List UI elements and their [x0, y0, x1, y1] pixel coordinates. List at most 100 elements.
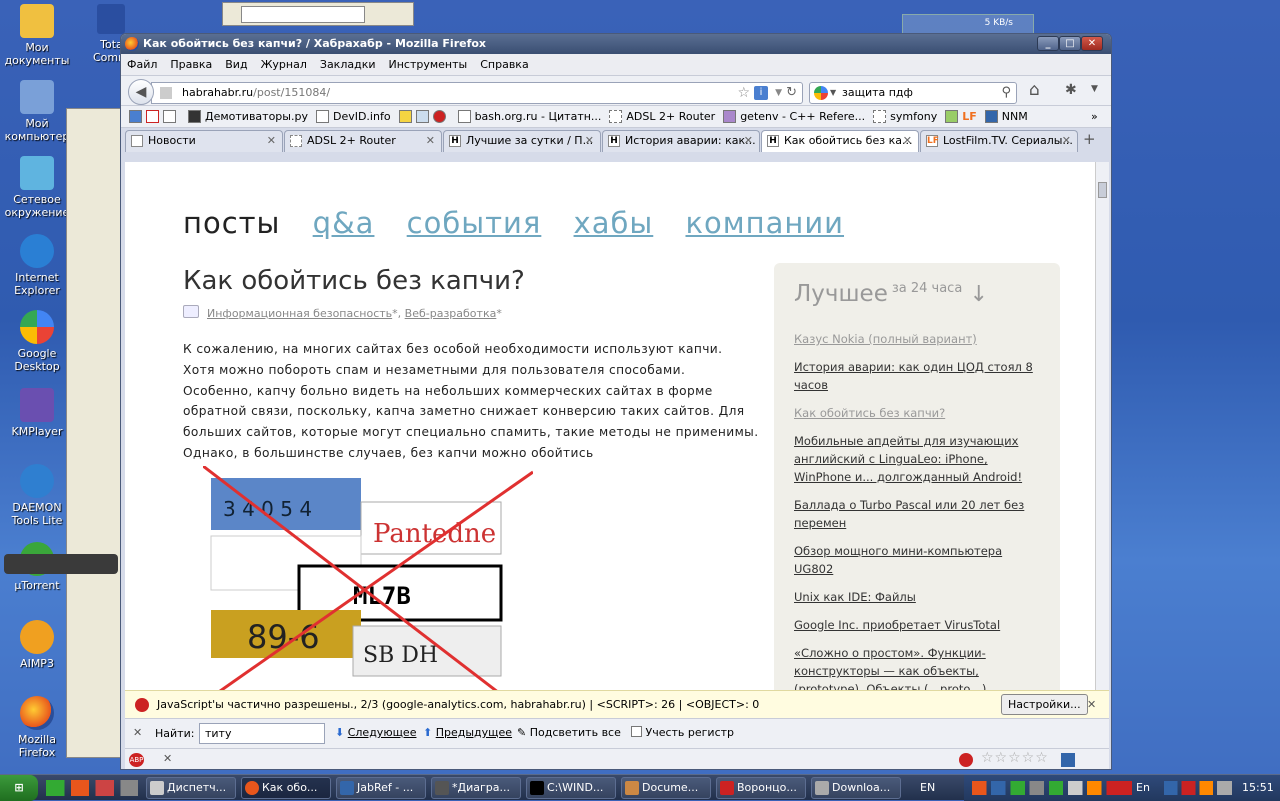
hub-webdev[interactable]: Веб-разработка — [405, 307, 497, 320]
taskbar-downloads[interactable]: Downloa... — [811, 777, 901, 799]
noscript-settings-button[interactable]: Настройки... — [1001, 694, 1088, 715]
taskbar-diagram[interactable]: *Диагра... — [431, 777, 521, 799]
taskbar-task-manager[interactable]: Диспетч... — [146, 777, 236, 799]
tray-icons[interactable] — [972, 781, 1132, 795]
arrow-down-icon[interactable]: ↓ — [970, 282, 988, 307]
player-widget[interactable] — [4, 554, 118, 574]
highlight-all-button[interactable]: ✎ Подсветить все — [517, 726, 621, 739]
bookmark-star-icon[interactable]: ☆ — [737, 83, 750, 103]
taskbar-cmd[interactable]: C:\WIND... — [526, 777, 616, 799]
nav-events[interactable]: события — [407, 206, 542, 240]
bookmark-icons[interactable] — [129, 110, 180, 123]
sidebar-item[interactable]: «Сложно о простом». Функции-конструкторы… — [794, 644, 1044, 690]
match-case-checkbox[interactable]: Учесть регистр — [631, 726, 734, 739]
bookmark-misc[interactable] — [398, 110, 450, 123]
find-next-button[interactable]: ⬇ Следующее — [335, 726, 416, 739]
tab-close-icon[interactable]: ✕ — [1062, 131, 1071, 151]
taskbar-firefox[interactable]: Как обо... — [241, 777, 331, 799]
kmplayer-icon[interactable]: KMPlayer — [0, 388, 74, 438]
sidebar-item[interactable]: Обзор мощного мини-компьютера UG802 — [794, 542, 1044, 578]
bookmark-getenv[interactable]: getenv - C++ Refere... — [723, 110, 865, 123]
tab-close-icon[interactable]: ✕ — [744, 131, 753, 151]
minimize-button[interactable]: _ — [1037, 36, 1059, 51]
maximize-button[interactable]: □ — [1059, 36, 1081, 51]
noscript-close-icon[interactable]: ✕ — [1087, 691, 1096, 718]
tab-news[interactable]: Новости ✕ — [125, 130, 283, 152]
addon-status-icon[interactable] — [1061, 753, 1075, 767]
aimp3-icon[interactable]: AIMP3 — [0, 620, 74, 670]
tab-close-icon[interactable]: ✕ — [903, 131, 912, 151]
tab-close-icon[interactable]: ✕ — [267, 131, 276, 151]
bookmark-demotivators[interactable]: Демотиваторы.ру — [188, 110, 308, 123]
menu-view[interactable]: Вид — [225, 58, 247, 71]
menu-help[interactable]: Справка — [480, 58, 528, 71]
bookmark-lf[interactable]: LF — [945, 110, 977, 123]
tray-language[interactable]: En — [1136, 775, 1150, 801]
bookmark-bash[interactable]: bash.org.ru - Цитатн... — [457, 110, 601, 123]
nav-companies[interactable]: компании — [685, 206, 844, 240]
tab-close-icon[interactable]: ✕ — [426, 131, 435, 151]
menu-file[interactable]: Файл — [127, 58, 157, 71]
addon-icon[interactable]: ✱ — [1065, 82, 1077, 98]
daemon-tools-icon[interactable]: DAEMON Tools Lite — [0, 464, 74, 527]
tray-icons-2[interactable] — [1164, 781, 1232, 795]
search-magnifier-icon[interactable]: ⚲ — [1001, 83, 1011, 103]
tab-close-icon[interactable]: ✕ — [585, 131, 594, 151]
vertical-scrollbar[interactable] — [1095, 162, 1109, 690]
sidebar-item[interactable]: Google Inc. приобретает VirusTotal — [794, 616, 1044, 634]
rating-stars-icon[interactable]: ☆☆☆☆☆ — [981, 750, 1049, 766]
sidebar-item[interactable]: Баллада о Turbo Pascal или 20 лет без пе… — [794, 496, 1044, 532]
my-documents-icon[interactable]: Мои документы — [0, 4, 74, 67]
url-bar[interactable]: habrahabr.ru/post/151084/ ☆ i ▼ ↻ — [151, 82, 803, 104]
back-button[interactable]: ◀ — [128, 79, 154, 105]
widget-input[interactable] — [241, 6, 365, 23]
google-icon[interactable] — [814, 86, 828, 100]
search-engine-dropdown-icon[interactable]: ▼ — [830, 83, 836, 103]
search-input[interactable]: защита пдф — [842, 86, 913, 99]
nav-qa[interactable]: q&a — [313, 206, 375, 240]
nav-hubs[interactable]: хабы — [574, 206, 654, 240]
network-icon[interactable]: Сетевое окружение — [0, 156, 74, 219]
bookmark-adsl[interactable]: ADSL 2+ Router — [609, 110, 715, 123]
my-computer-icon[interactable]: Мой компьютер — [0, 80, 74, 143]
google-desktop-icon[interactable]: Google Desktop — [0, 310, 74, 373]
new-tab-button[interactable]: + — [1083, 130, 1096, 148]
menu-bookmarks[interactable]: Закладки — [320, 58, 376, 71]
taskbar-vorontsov[interactable]: Воронцо... — [716, 777, 806, 799]
firefox-desktop-icon[interactable]: Mozilla Firefox — [0, 696, 74, 759]
reload-icon[interactable]: ↻ — [786, 83, 797, 103]
sidebar-item[interactable]: История аварии: как один ЦОД стоял 8 час… — [794, 358, 1044, 394]
scroll-thumb[interactable] — [1098, 182, 1107, 198]
hub-infosec[interactable]: Информационная безопасность — [207, 307, 392, 320]
tab-lostfilm[interactable]: LF LostFilm.TV. Сериалы... ✕ — [920, 130, 1078, 152]
tab-history[interactable]: H История аварии: как... ✕ — [602, 130, 760, 152]
sidebar-item[interactable]: Unix как IDE: Файлы — [794, 588, 1044, 606]
noscript-status-icon[interactable] — [959, 753, 973, 767]
menu-tools[interactable]: Инструменты — [389, 58, 468, 71]
dropdown-icon[interactable]: ▼ — [775, 83, 782, 103]
search-bar[interactable]: ▼ защита пдф ⚲ — [809, 82, 1017, 104]
bookmark-nnm[interactable]: NNM — [984, 110, 1028, 123]
language-indicator[interactable]: EN — [920, 781, 935, 794]
bookmark-symfony[interactable]: symfony — [873, 110, 937, 123]
taskbar-documents[interactable]: Docume... — [621, 777, 711, 799]
sidebar-item[interactable]: Как обойтись без капчи? — [794, 404, 1044, 422]
toolbar-widget[interactable] — [222, 2, 414, 26]
findbar-close-icon[interactable]: ✕ — [133, 726, 142, 739]
internet-explorer-icon[interactable]: Internet Explorer — [0, 234, 74, 297]
find-prev-button[interactable]: ⬆ Предыдущее — [423, 726, 512, 739]
tab-captcha[interactable]: H Как обойтись без ка... ✕ — [761, 130, 919, 152]
tab-best[interactable]: H Лучшие за сутки / П... ✕ — [443, 130, 601, 152]
window-titlebar[interactable]: Как обойтись без капчи? / Хабрахабр - Mo… — [121, 34, 1111, 54]
statusbar-close-icon[interactable]: ✕ — [163, 752, 172, 765]
bookmarks-overflow-icon[interactable]: » — [1091, 110, 1098, 123]
home-icon[interactable]: ⌂ — [1029, 80, 1040, 100]
bookmark-devid[interactable]: DevID.info — [315, 110, 391, 123]
taskbar-jabref[interactable]: JabRef - ... — [336, 777, 426, 799]
tab-adsl[interactable]: ADSL 2+ Router ✕ — [284, 130, 442, 152]
menu-edit[interactable]: Правка — [170, 58, 212, 71]
sidebar-item[interactable]: Мобильные апдейты для изучающих английск… — [794, 432, 1044, 486]
close-button[interactable]: ✕ — [1081, 36, 1103, 51]
sidebar-item[interactable]: Казус Nokia (полный вариант) — [794, 330, 1044, 348]
info-icon[interactable]: i — [754, 86, 768, 100]
